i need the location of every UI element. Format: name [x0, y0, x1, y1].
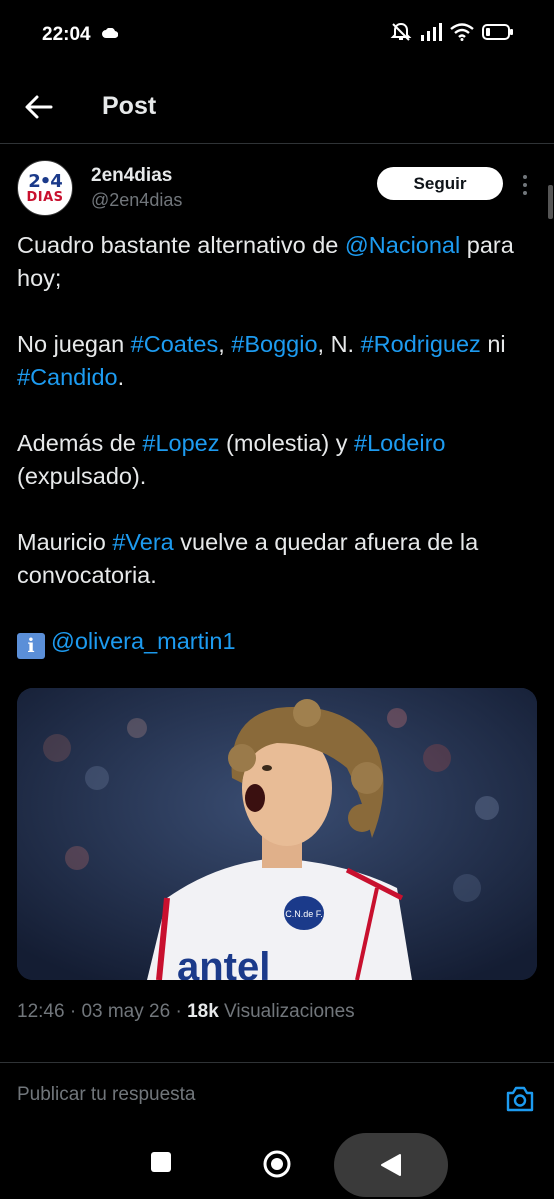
post-date: 03 may 26	[81, 1001, 171, 1022]
nav-recents-icon[interactable]	[151, 1152, 171, 1172]
text-span: Además de	[17, 430, 143, 456]
hashtag-link[interactable]: #Vera	[112, 529, 173, 555]
post-time: 12:46	[17, 1001, 65, 1022]
hashtag-link[interactable]: #Rodriguez	[361, 331, 481, 357]
text-span: (molestia) y	[219, 430, 355, 456]
separator: ·	[64, 1001, 82, 1022]
mute-icon	[390, 22, 412, 41]
camera-icon[interactable]	[505, 1085, 535, 1113]
post-paragraph: Mauricio #Vera vuelve a quedar afuera de…	[17, 526, 542, 592]
battery-icon	[482, 24, 513, 40]
post-paragraph: i @olivera_martin1	[17, 625, 542, 659]
views-label[interactable]: Visualizaciones	[219, 1001, 355, 1022]
badge-text: C.N.de F.	[285, 909, 323, 919]
text-span: , N.	[317, 331, 361, 357]
separator: ·	[170, 1001, 188, 1022]
text-span: Mauricio	[17, 529, 113, 555]
info-icon: i	[17, 633, 45, 659]
text-span: No juegan	[17, 331, 131, 357]
author-handle[interactable]: @2en4dias	[91, 190, 182, 211]
jersey-text: antel	[177, 945, 270, 980]
post-paragraph: Cuadro bastante alternativo de @Nacional…	[17, 229, 542, 295]
hashtag-link[interactable]: #Candido	[17, 364, 118, 390]
nav-back-icon	[381, 1154, 401, 1176]
avatar-top-text: 2•4	[28, 170, 63, 192]
post-paragraph: No juegan #Coates, #Boggio, N. #Rodrigue…	[17, 328, 542, 394]
hashtag-link[interactable]: #Boggio	[231, 331, 317, 357]
divider	[0, 1062, 554, 1063]
signal-icon	[421, 23, 442, 41]
avatar-bottom-text: DIAS	[26, 189, 64, 205]
status-icons	[390, 22, 514, 42]
text-span: ni	[480, 331, 506, 357]
hashtag-link[interactable]: #Lodeiro	[354, 430, 445, 456]
status-bar: 22:04	[0, 0, 554, 70]
text-span: ,	[218, 331, 232, 357]
back-arrow-icon[interactable]	[24, 92, 54, 122]
post-body: Cuadro bastante alternativo de @Nacional…	[17, 229, 542, 692]
views-count[interactable]: 18k	[187, 1001, 219, 1022]
follow-button[interactable]: Seguir	[377, 167, 503, 200]
text-span: (expulsado).	[17, 463, 147, 489]
post-meta: 12:46 · 03 may 26 · 18k Visualizaciones	[17, 1001, 355, 1023]
post-image[interactable]: C.N.de F. antel	[17, 688, 537, 980]
reply-input[interactable]	[17, 1084, 477, 1106]
hashtag-link[interactable]: #Coates	[131, 331, 219, 357]
author-name[interactable]: 2en4dias	[91, 165, 172, 187]
page-title: Post	[102, 92, 157, 120]
hashtag-link[interactable]: #Lopez	[142, 430, 219, 456]
text-span: Cuadro bastante alternativo de	[17, 232, 345, 258]
post-paragraph: Además de #Lopez (molestia) y #Lodeiro (…	[17, 427, 542, 493]
nav-back-button[interactable]	[334, 1133, 448, 1197]
avatar[interactable]: 2•4 DIAS	[17, 160, 73, 216]
mention-link[interactable]: @olivera_martin1	[51, 628, 236, 654]
scrollbar-thumb[interactable]	[548, 185, 553, 219]
mention-link[interactable]: @Nacional	[345, 232, 460, 258]
cloud-icon	[102, 28, 118, 38]
more-vertical-icon[interactable]	[522, 174, 528, 196]
top-header: Post	[0, 70, 554, 144]
player-photo: C.N.de F. antel	[17, 688, 537, 980]
status-time: 22:04	[42, 24, 91, 45]
nav-home-icon[interactable]	[262, 1149, 292, 1179]
wifi-icon	[450, 23, 474, 41]
text-span: .	[117, 364, 125, 390]
